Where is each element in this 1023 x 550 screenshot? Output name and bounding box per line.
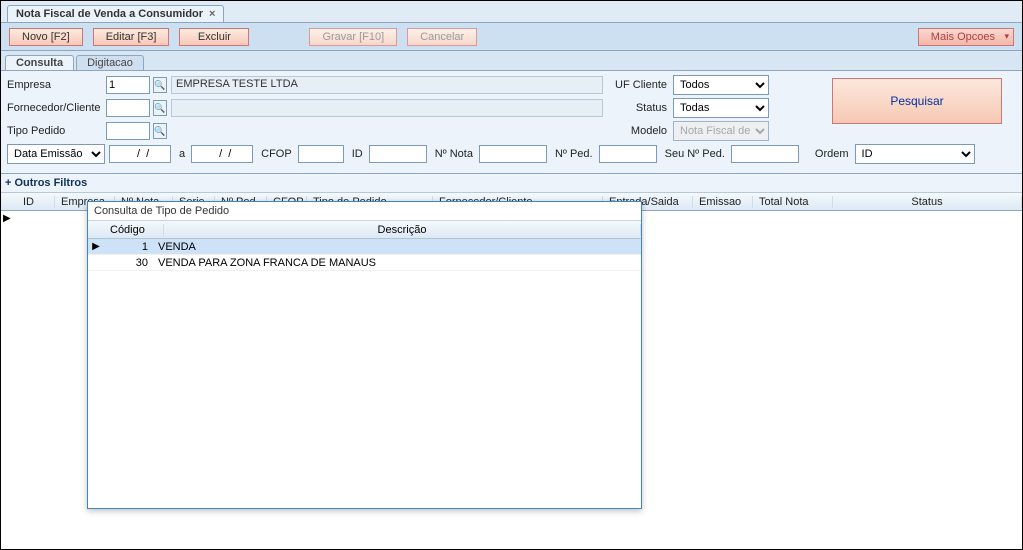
- noped-label: Nº Ped.: [555, 148, 593, 160]
- col-emissao[interactable]: Emissao: [693, 196, 753, 208]
- ordem-label: Ordem: [815, 148, 849, 160]
- fornecedor-input[interactable]: [106, 99, 150, 117]
- close-icon[interactable]: ×: [209, 8, 215, 20]
- seunoped-label: Seu Nº Ped.: [665, 148, 725, 160]
- list-item[interactable]: 30 VENDA PARA ZONA FRANCA DE MANAUS: [88, 255, 641, 271]
- status-label: Status: [611, 102, 667, 114]
- window-tab[interactable]: Nota Fiscal de Venda a Consumidor ×: [7, 5, 224, 22]
- tipo-pedido-popup: Consulta de Tipo de Pedido Código Descri…: [87, 201, 642, 509]
- data-de-input[interactable]: [109, 145, 171, 163]
- popup-col-codigo[interactable]: Código: [104, 224, 164, 236]
- fornecedor-label: Fornecedor/Cliente: [7, 102, 102, 114]
- modelo-combo: Nota Fiscal de V: [673, 121, 769, 141]
- window-title: Nota Fiscal de Venda a Consumidor: [16, 8, 203, 20]
- modelo-label: Modelo: [611, 125, 667, 137]
- gravar-button: Gravar [F10]: [309, 28, 397, 46]
- tab-digitacao[interactable]: Digitacao: [76, 55, 144, 70]
- empresa-input[interactable]: [106, 76, 150, 94]
- outros-filtros-toggle[interactable]: + Outros Filtros: [1, 174, 1022, 193]
- editar-button[interactable]: Editar [F3]: [93, 28, 170, 46]
- cfop-input[interactable]: [298, 145, 344, 163]
- popup-body[interactable]: ▶ 1 VENDA 30 VENDA PARA ZONA FRANCA DE M…: [88, 239, 641, 508]
- row-marker-icon: ▶: [88, 241, 104, 252]
- data-ate-input[interactable]: [191, 145, 253, 163]
- popup-desc: VENDA PARA ZONA FRANCA DE MANAUS: [154, 257, 641, 269]
- cancelar-button: Cancelar: [407, 28, 477, 46]
- lookup-icon[interactable]: 🔍: [153, 100, 167, 116]
- col-totalnota[interactable]: Total Nota: [753, 196, 833, 208]
- mais-opcoes-button[interactable]: Mais Opcoes: [918, 28, 1014, 46]
- excluir-button[interactable]: Excluir: [179, 28, 249, 46]
- novo-button[interactable]: Novo [F2]: [9, 28, 83, 46]
- ordem-combo[interactable]: ID: [855, 144, 975, 164]
- a-label: a: [179, 148, 185, 160]
- popup-codigo: 1: [104, 241, 154, 253]
- popup-codigo: 30: [104, 257, 154, 269]
- list-item[interactable]: ▶ 1 VENDA: [88, 239, 641, 255]
- lookup-icon[interactable]: 🔍: [153, 123, 167, 139]
- title-bar: Nota Fiscal de Venda a Consumidor ×: [1, 1, 1022, 23]
- seunoped-input[interactable]: [731, 145, 799, 163]
- lookup-icon[interactable]: 🔍: [153, 77, 167, 93]
- id-input[interactable]: [369, 145, 427, 163]
- uf-label: UF Cliente: [611, 79, 667, 91]
- tipo-label: Tipo Pedido: [7, 125, 102, 137]
- empresa-nome-display: EMPRESA TESTE LTDA: [171, 76, 603, 94]
- data-tipo-combo[interactable]: Data Emissão: [7, 144, 105, 164]
- subtabs: Consulta Digitacao: [1, 51, 1022, 71]
- cfop-label: CFOP: [261, 148, 292, 160]
- id-label: ID: [352, 148, 363, 160]
- nonota-input[interactable]: [479, 145, 547, 163]
- col-id[interactable]: ID: [17, 196, 55, 208]
- filter-form: Empresa 🔍 EMPRESA TESTE LTDA UF Cliente …: [1, 71, 1022, 174]
- popup-desc: VENDA: [154, 241, 641, 253]
- toolbar: Novo [F2] Editar [F3] Excluir Gravar [F1…: [1, 23, 1022, 51]
- popup-title: Consulta de Tipo de Pedido: [88, 202, 641, 221]
- nonota-label: Nº Nota: [435, 148, 473, 160]
- tipo-input[interactable]: [106, 122, 150, 140]
- fornecedor-nome-display: [171, 99, 603, 117]
- popup-header: Código Descrição: [88, 221, 641, 239]
- status-combo[interactable]: Todas: [673, 98, 769, 118]
- col-status[interactable]: Status: [833, 196, 1022, 208]
- pesquisar-button[interactable]: Pesquisar: [832, 78, 1002, 124]
- popup-col-descricao[interactable]: Descrição: [164, 224, 641, 236]
- tab-consulta[interactable]: Consulta: [5, 55, 74, 70]
- row-marker-icon: ▶: [3, 213, 11, 224]
- empresa-label: Empresa: [7, 79, 102, 91]
- uf-combo[interactable]: Todos: [673, 75, 769, 95]
- noped-input[interactable]: [599, 145, 657, 163]
